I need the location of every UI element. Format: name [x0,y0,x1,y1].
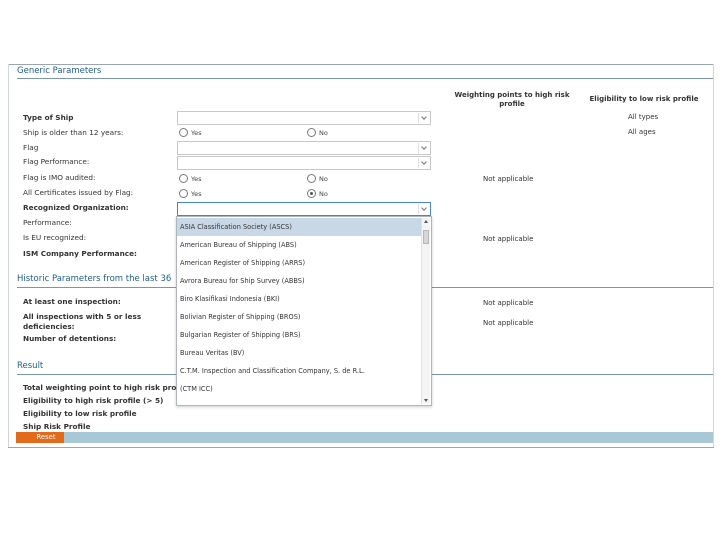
section-title-result: Result [17,361,44,371]
flag-imo-no-radio[interactable]: No [307,174,328,183]
label-deficiencies: All inspections with 5 or less deficienc… [23,312,142,331]
label-high-risk: Eligibility to high risk profile (> 5) [23,396,164,405]
recognized-org-select[interactable] [177,202,431,216]
dropdown-option[interactable]: Bolivian Register of Shipping (BROS) [177,308,421,326]
form-frame-top [8,64,714,65]
label-low-risk: Eligibility to low risk profile [23,409,137,418]
radio-circle-icon [307,128,316,137]
type-of-ship-select[interactable] [177,111,431,125]
scroll-up-icon[interactable] [424,220,428,223]
label-older-12: Ship is older than 12 years: [23,128,124,137]
chevron-down-icon [418,158,428,168]
inspection-weighting: Not applicable [483,299,534,307]
column-header-weighting: Weighting points to high risk profile [454,91,570,108]
label-eu-recognized: Is EU recognized: [23,233,87,242]
flag-select[interactable] [177,141,431,155]
scroll-down-icon[interactable] [424,399,428,402]
form-frame-left [8,64,9,448]
flag-imo-yes-radio[interactable]: Yes [179,174,202,183]
section-title-historic: Historic Parameters from the last 36 [17,274,172,284]
label-detentions: Number of detentions: [23,334,117,343]
label-flag: Flag [23,143,39,152]
dropdown-option[interactable]: (CTM ICC) [177,380,421,398]
label-total-weighting: Total weighting point to high risk prof [23,383,176,392]
dropdown-option[interactable]: Bulgarian Register of Shipping (BRS) [177,326,421,344]
dropdown-scrollbar[interactable] [421,218,430,404]
flag-performance-select[interactable] [177,156,431,170]
dropdown-option[interactable]: C.T.M. Inspection and Classification Com… [177,362,421,380]
eligibility-age-value: All ages [628,128,656,136]
column-header-eligibility: Eligibility to low risk profile [589,95,699,103]
radio-circle-icon [179,174,188,183]
label-all-certs: All Certificates issued by Flag: [23,188,134,197]
flag-imo-weighting: Not applicable [483,175,534,183]
radio-circle-icon [307,174,316,183]
label-ism: ISM Company Performance: [23,249,137,258]
scroll-thumb[interactable] [423,230,429,244]
all-certs-no-radio[interactable]: No [307,189,328,198]
label-type-of-ship: Type of Ship [23,113,74,122]
eu-recognized-weighting: Not applicable [483,235,534,243]
all-certs-yes-radio[interactable]: Yes [179,189,202,198]
dropdown-option[interactable]: ASIA Classification Society (ASCS) [177,218,421,236]
label-flag-performance: Flag Performance: [23,157,90,166]
dropdown-option[interactable]: American Bureau of Shipping (ABS) [177,236,421,254]
dropdown-option[interactable]: American Register of Shipping (ARRS) [177,254,421,272]
deficiencies-weighting: Not applicable [483,319,534,327]
chevron-down-icon [418,143,428,153]
result-bar [62,432,713,443]
section-rule-generic [17,78,713,79]
chevron-down-icon [418,113,428,123]
label-recognized-org: Recognized Organization: [23,203,129,212]
radio-circle-icon [179,189,188,198]
reset-button[interactable]: Reset [16,432,64,443]
radio-circle-icon [179,128,188,137]
chevron-down-icon [418,204,428,214]
form-frame-bottom [8,447,714,448]
form-frame-right [713,64,714,448]
eligibility-type-value: All types [628,113,659,121]
dropdown-option[interactable]: Biro Klasifikasi Indonesia (BKI) [177,290,421,308]
dropdown-option[interactable]: Avrora Bureau for Ship Survey (ABBS) [177,272,421,290]
dropdown-option[interactable]: Bureau Veritas (BV) [177,344,421,362]
label-performance: Performance: [23,218,72,227]
label-ship-risk-profile: Ship Risk Profile [23,422,91,431]
label-flag-imo: Flag is IMO audited: [23,173,96,182]
older-12-no-radio[interactable]: No [307,128,328,137]
recognized-org-dropdown[interactable]: ASIA Classification Society (ASCS) Ameri… [176,216,432,406]
section-title-generic: Generic Parameters [17,66,102,76]
radio-selected-icon [307,189,316,198]
label-inspection: At least one inspection: [23,297,121,306]
older-12-yes-radio[interactable]: Yes [179,128,202,137]
